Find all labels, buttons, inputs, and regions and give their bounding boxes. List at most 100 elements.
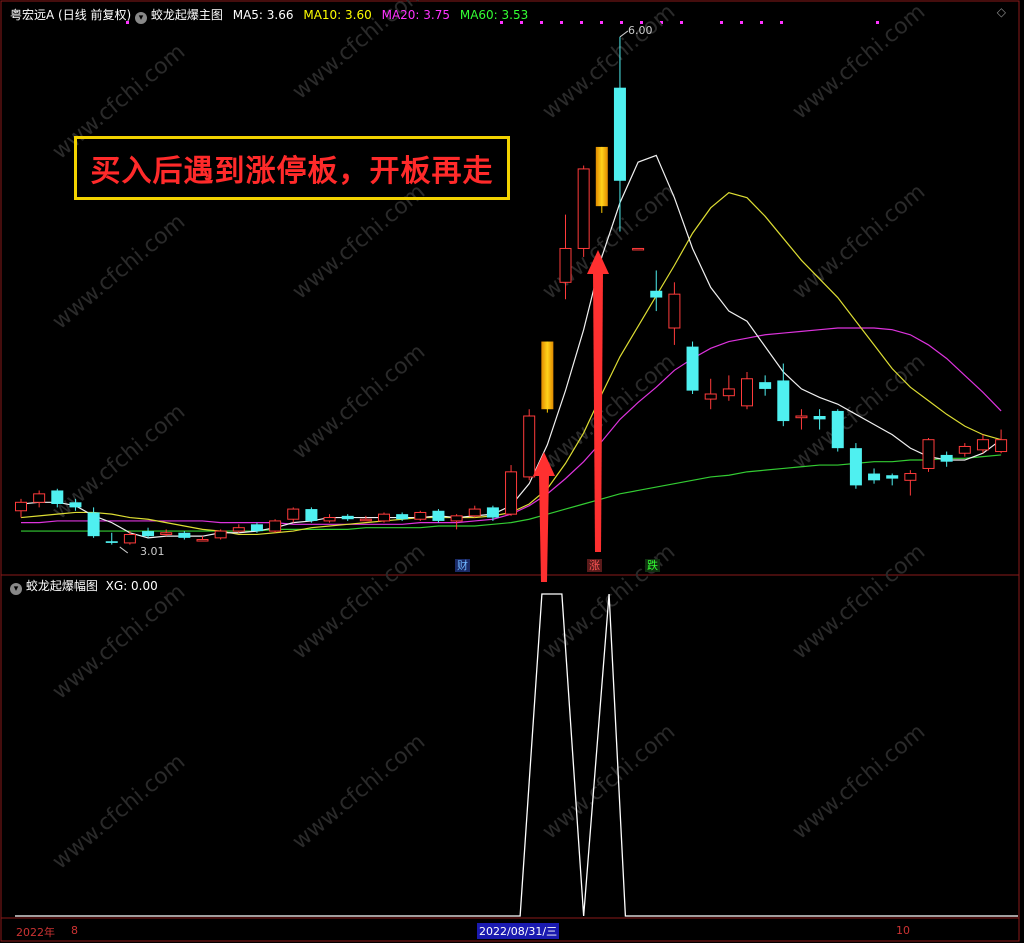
candle-down (813, 416, 826, 420)
ma10-label: MA10: 3.60 (303, 8, 372, 22)
low-pointer (119, 546, 129, 554)
top-signal-dot (540, 21, 543, 24)
axis-month-8: 8 (71, 924, 78, 937)
stock-name[interactable]: 粤宏远A (10, 8, 54, 22)
candle-down (105, 541, 118, 543)
xg-line (15, 593, 1018, 917)
candle-up (214, 530, 227, 539)
watermark-text: www.cfchi.com (288, 339, 430, 464)
buy-arrow-1-shaft (539, 474, 549, 582)
candle-up (722, 388, 735, 397)
candle-down (940, 454, 953, 462)
watermark-text: www.cfchi.com (788, 539, 930, 664)
candle-down (178, 532, 191, 538)
limit-up-candle (541, 341, 554, 410)
candle-up (287, 508, 300, 520)
candle-down (686, 346, 699, 391)
candle-up (160, 532, 173, 535)
candle-up (15, 501, 27, 512)
candle-down (341, 515, 354, 520)
marker-zhang[interactable]: 涨 (587, 559, 602, 572)
top-signal-dot (560, 21, 563, 24)
candle-up (505, 471, 518, 515)
candle-down (432, 510, 445, 521)
candle-down (305, 509, 318, 521)
chart-root[interactable]: www.cfchi.com www.cfchi.com www.cfchi.com w… (0, 0, 1024, 943)
buy-arrow-2-shaft (593, 272, 603, 552)
watermark-text: www.cfchi.com (538, 719, 680, 844)
candle-up (378, 513, 390, 522)
watermark-text: www.cfchi.com (288, 539, 430, 664)
watermark-text: www.cfchi.com (48, 209, 190, 334)
chart-header: 粤宏远A (日线 前复权) ▾ 蛟龙起爆主图 MA5: 3.66 MA10: 3… (10, 6, 528, 24)
candle-down (396, 514, 409, 520)
watermark-text: www.cfchi.com (788, 179, 930, 304)
candle-up (523, 415, 536, 478)
xg-value: XG: 0.00 (105, 579, 158, 593)
watermark-text: www.cfchi.com (288, 729, 430, 854)
top-signal-dot (760, 21, 763, 24)
limit-up-candle (595, 146, 608, 207)
marker-cai[interactable]: 财 (455, 559, 470, 572)
candle-up (33, 493, 46, 503)
candle-up (995, 439, 1008, 453)
candle-up (450, 515, 463, 522)
annotation-box: 买入后遇到涨停板，开板再走 (74, 136, 510, 200)
candle-down (831, 410, 844, 449)
ma20-label: MA20: 3.75 (381, 8, 451, 22)
annotation-text: 买入后遇到涨停板，开板再走 (90, 154, 494, 189)
candle-up (976, 439, 989, 451)
candle-down (142, 531, 155, 537)
chart-mode[interactable]: (日线 前复权) (58, 8, 131, 22)
candle-down (486, 507, 499, 518)
collapse-icon[interactable]: ◇ (997, 5, 1006, 19)
top-signal-dot (876, 21, 879, 24)
candle-down (51, 490, 64, 504)
candle-up (232, 527, 245, 532)
low-price-label: 3.01 (140, 545, 165, 558)
watermark-text: www.cfchi.com (538, 349, 680, 474)
top-signal-dot (600, 21, 603, 24)
candle-up (958, 445, 971, 454)
axis-month-10: 10 (896, 924, 910, 937)
top-signal-dot (680, 21, 683, 24)
axis-year: 2022年 (16, 926, 55, 939)
candle-up (741, 378, 753, 407)
candle-up (468, 508, 481, 517)
top-signal-dot (740, 21, 743, 24)
top-signal-dot (580, 21, 583, 24)
indicator-menu-icon[interactable]: ▾ (135, 12, 148, 24)
watermark-text: www.cfchi.com (538, 0, 680, 125)
candle-down (650, 290, 663, 298)
top-signal-dot (620, 21, 623, 24)
candle-down (777, 380, 790, 422)
candle-up (323, 517, 336, 522)
candle-down (250, 524, 263, 532)
sub-chart-header: ▾ 蛟龙起爆幅图 XG: 0.00 (10, 577, 158, 595)
candle-up (196, 539, 209, 542)
candle-up (668, 293, 681, 329)
candle-up (559, 247, 572, 283)
candle-up (359, 518, 372, 522)
watermark-text: www.cfchi.com (788, 719, 930, 844)
sub-indicator-menu-icon[interactable]: ▾ (10, 583, 22, 595)
sub-indicator-name[interactable]: 蛟龙起爆幅图 (26, 579, 98, 593)
candle-up (922, 439, 935, 469)
main-indicator-name[interactable]: 蛟龙起爆主图 (151, 8, 223, 22)
candle-down (759, 382, 772, 389)
candle-up (704, 393, 717, 400)
candle-down (849, 448, 862, 486)
watermark-text: www.cfchi.com (48, 749, 190, 874)
high-price-label: 6.00 (628, 24, 653, 37)
candle-up (414, 511, 427, 520)
marker-die[interactable]: 跌 (645, 559, 660, 572)
candle-up (904, 473, 917, 481)
candle-up (632, 247, 645, 251)
candle-down (886, 475, 899, 479)
candle-up (577, 168, 590, 249)
axis-cursor-date[interactable]: 2022/08/31/三 (477, 923, 560, 939)
candle-down (868, 473, 881, 481)
watermark-text: www.cfchi.com (48, 579, 190, 704)
ma60-label: MA60: 3.53 (459, 8, 529, 22)
candle-down (69, 502, 82, 508)
